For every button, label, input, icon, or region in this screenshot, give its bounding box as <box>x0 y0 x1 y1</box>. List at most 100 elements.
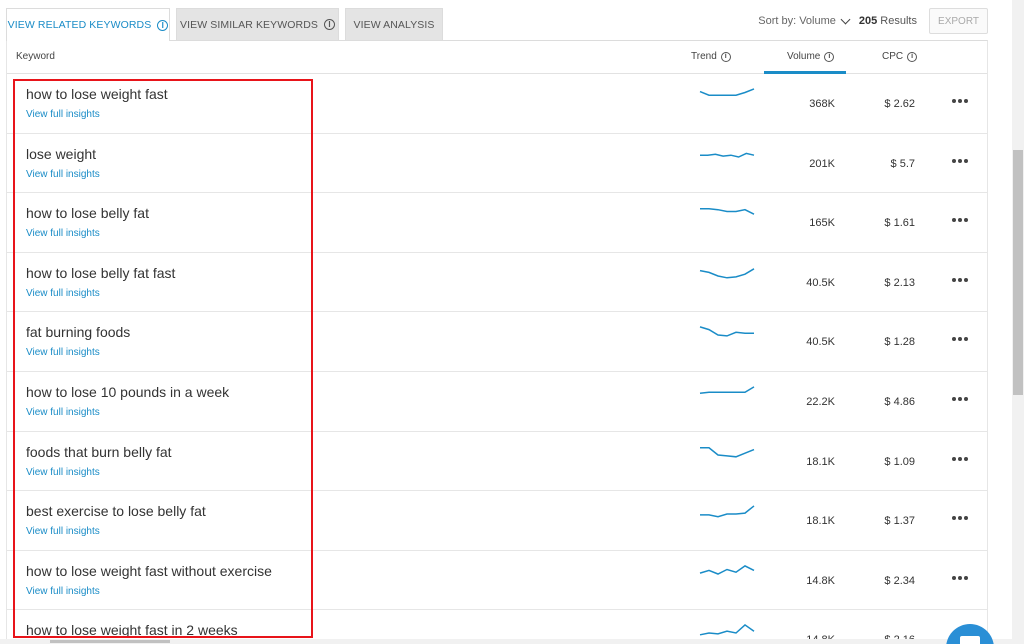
trend-sparkline <box>700 152 755 158</box>
table-row[interactable]: how to lose belly fat fast View full insi… <box>7 253 987 313</box>
table-body: how to lose weight fast View full insight… <box>7 74 987 644</box>
more-options-icon[interactable] <box>952 277 968 282</box>
dot <box>964 516 968 521</box>
header-keyword-label: Keyword <box>16 51 55 62</box>
dot <box>958 456 962 461</box>
dot <box>958 277 962 282</box>
dot <box>964 218 968 223</box>
column-header-trend: Trend i <box>691 51 731 62</box>
more-options-icon[interactable] <box>952 516 968 521</box>
view-insights-link[interactable]: View full insights <box>26 407 100 418</box>
cpc-value: $ 2.34 <box>884 574 915 587</box>
trend-line <box>699 386 755 394</box>
dot <box>958 516 962 521</box>
cpc-value: $ 5.7 <box>890 157 915 170</box>
horizontal-scrollbar[interactable] <box>0 639 1012 644</box>
view-insights-link[interactable]: View full insights <box>26 228 100 239</box>
table-row[interactable]: fat burning foods View full insights 40.5K… <box>7 312 987 372</box>
volume-value: 18.1K <box>806 455 835 468</box>
cpc-value: $ 4.86 <box>884 395 915 408</box>
sort-label: Sort by: Volume <box>758 15 836 27</box>
keyword-text[interactable]: foods that burn belly fat <box>26 444 172 460</box>
sort-dropdown[interactable]: Sort by: Volume <box>758 14 851 27</box>
table-row[interactable]: how to lose belly fat View full insights 1… <box>7 193 987 253</box>
table-row[interactable]: how to lose 10 pounds in a week View full… <box>7 372 987 432</box>
volume-value: 22.2K <box>806 395 835 408</box>
keyword-text[interactable]: how to lose belly fat fast <box>26 265 175 281</box>
toolbar: Sort by: Volume 205 Results Export <box>758 8 988 34</box>
info-icon[interactable]: i <box>824 51 835 62</box>
keywords-table: Keyword Trend i Volume i CPC i how to lose … <box>6 40 988 644</box>
view-insights-link[interactable]: View full insights <box>26 347 100 358</box>
trend-line <box>699 564 755 575</box>
dot <box>964 277 968 282</box>
table-row[interactable]: foods that burn belly fat View full insig… <box>7 432 987 492</box>
keyword-text[interactable]: how to lose weight fast in 2 weeks <box>26 622 238 638</box>
keyword-text[interactable]: fat burning foods <box>26 324 130 340</box>
trend-sparkline <box>699 386 755 394</box>
table-row[interactable]: lose weight View full insights 201K $ 5.7 <box>7 134 987 194</box>
keyword-text[interactable]: how to lose 10 pounds in a week <box>26 384 229 400</box>
view-insights-link[interactable]: View full insights <box>26 467 100 478</box>
table-row[interactable]: how to lose weight fast without exercise… <box>7 551 987 611</box>
table-row[interactable]: how to lose weight fast View full insight… <box>7 74 987 134</box>
keyword-text[interactable]: lose weight <box>26 146 96 162</box>
volume-value: 40.5K <box>806 276 835 289</box>
keyword-text[interactable]: how to lose weight fast <box>26 86 168 102</box>
chevron-down-icon <box>840 14 851 24</box>
cpc-value: $ 1.61 <box>884 217 915 230</box>
results-count: 205 Results <box>859 15 917 27</box>
more-options-icon[interactable] <box>952 575 968 580</box>
more-options-icon[interactable] <box>952 218 968 223</box>
dot <box>958 218 962 223</box>
column-header-cpc[interactable]: CPC i <box>882 51 918 62</box>
volume-value: 165K <box>809 217 835 230</box>
dot <box>958 337 962 342</box>
tab-similar-keywords[interactable]: View similar keywords i <box>176 8 339 40</box>
header-cpc-label: CPC <box>882 51 904 62</box>
dot <box>964 337 968 342</box>
tab-label: View similar keywords <box>179 18 319 31</box>
info-icon[interactable]: i <box>907 51 918 62</box>
vertical-scrollbar[interactable] <box>1012 0 1024 644</box>
trend-line <box>699 88 755 96</box>
scrollbar-thumb[interactable] <box>1013 150 1023 395</box>
results-number: 205 <box>858 15 878 27</box>
more-options-icon[interactable] <box>952 337 968 342</box>
view-insights-link[interactable]: View full insights <box>26 109 100 120</box>
tab-label: View analysis <box>353 18 435 31</box>
volume-value: 368K <box>809 98 835 110</box>
column-header-volume[interactable]: Volume i <box>787 51 835 62</box>
dot <box>952 456 956 461</box>
more-options-icon[interactable] <box>952 456 968 461</box>
view-insights-link[interactable]: View full insights <box>26 288 100 299</box>
horizontal-scrollbar-thumb[interactable] <box>50 640 170 643</box>
info-icon[interactable]: i <box>720 51 731 62</box>
keyword-text[interactable]: how to lose belly fat <box>26 205 149 221</box>
tab-analysis[interactable]: View analysis <box>345 8 443 40</box>
trend-sparkline <box>699 88 755 96</box>
dot <box>964 158 968 163</box>
info-icon[interactable]: i <box>324 19 336 30</box>
keyword-text[interactable]: best exercise to lose belly fat <box>26 503 206 519</box>
view-insights-link[interactable]: View full insights <box>26 169 100 180</box>
trend-sparkline <box>700 505 755 518</box>
header-trend-label: Trend <box>691 51 717 62</box>
table-row[interactable]: best exercise to lose belly fat View full… <box>7 491 987 551</box>
trend-sparkline <box>699 564 755 575</box>
view-insights-link[interactable]: View full insights <box>26 526 100 537</box>
volume-value: 18.1K <box>806 515 835 528</box>
more-options-icon[interactable] <box>952 158 968 163</box>
tab-related-keywords[interactable]: View related keywords i <box>6 8 170 41</box>
trend-line <box>699 624 755 636</box>
keyword-text[interactable]: how to lose weight fast without exercise <box>26 563 272 579</box>
trend-sparkline <box>700 208 755 216</box>
info-icon[interactable]: i <box>157 19 169 31</box>
export-button[interactable]: Export <box>929 8 988 34</box>
view-insights-link[interactable]: View full insights <box>26 586 100 597</box>
cpc-value: $ 2.13 <box>884 276 915 289</box>
more-options-icon[interactable] <box>952 396 968 401</box>
trend-line <box>700 446 755 458</box>
trend-line <box>700 505 755 518</box>
more-options-icon[interactable] <box>952 99 968 103</box>
